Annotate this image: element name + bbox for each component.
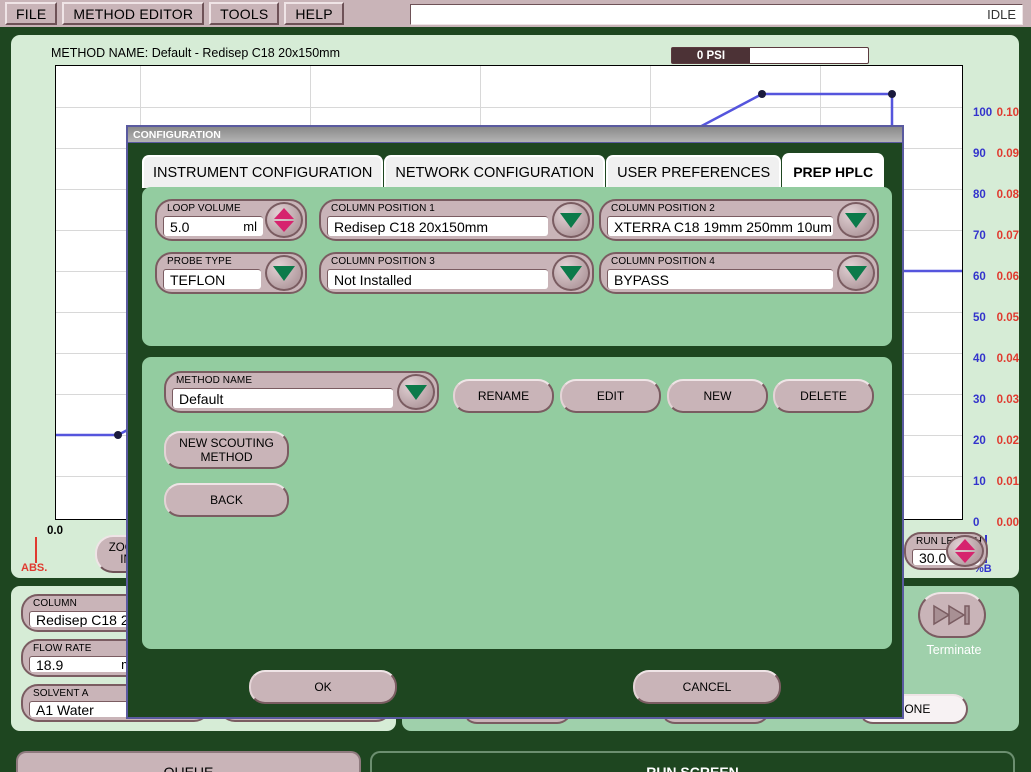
delete-button[interactable]: DELETE: [773, 379, 874, 413]
stepper-up-icon[interactable]: [274, 208, 294, 219]
cancel-button[interactable]: CANCEL: [633, 670, 781, 704]
probe-type-value[interactable]: TEFLON: [163, 269, 261, 289]
solvent-a-caption: SOLVENT A: [33, 688, 89, 699]
chevron-down-icon: [405, 384, 427, 400]
run-length-field[interactable]: RUN LENGTH 30.0 Min.: [904, 532, 988, 570]
menu-tools[interactable]: TOOLS: [209, 2, 280, 25]
bottom-tab-run-screen[interactable]: RUN SCREEN: [370, 751, 1015, 772]
menu-bar: FILE METHOD EDITOR TOOLS HELP IDLE: [0, 0, 1031, 29]
column-position-1-field[interactable]: COLUMN POSITION 1 Redisep C18 20x150mm: [319, 199, 594, 241]
axis-x-tick-0: 0.0: [47, 525, 63, 537]
method-name-caption: METHOD NAME: [176, 375, 253, 386]
ok-button[interactable]: OK: [249, 670, 397, 704]
new-scouting-method-line1: NEW SCOUTING: [179, 436, 274, 450]
back-button[interactable]: BACK: [164, 483, 289, 517]
terminate-control: Terminate: [918, 592, 990, 657]
new-scouting-method-button[interactable]: NEW SCOUTING METHOD: [164, 431, 289, 469]
bottom-tab-bar: QUEUE RUN SCREEN: [0, 751, 1031, 772]
stepper-down-icon[interactable]: [955, 552, 975, 563]
probe-type-field[interactable]: PROBE TYPE TEFLON: [155, 252, 307, 294]
tab-prep-hplc[interactable]: PREP HPLC: [782, 153, 885, 188]
rename-button[interactable]: RENAME: [453, 379, 554, 413]
column-position-4-caption: COLUMN POSITION 4: [611, 256, 715, 267]
column-position-3-field[interactable]: COLUMN POSITION 3 Not Installed: [319, 252, 594, 294]
loop-volume-value[interactable]: 5.0 ml: [163, 216, 263, 236]
flow-rate-number: 18.9: [36, 656, 64, 672]
column-position-2-dropdown-button[interactable]: [837, 202, 875, 238]
column-position-4-dropdown-button[interactable]: [837, 255, 875, 291]
loop-volume-field[interactable]: LOOP VOLUME 5.0 ml: [155, 199, 307, 241]
flow-rate-caption: FLOW RATE: [33, 643, 92, 654]
new-button[interactable]: NEW: [667, 379, 768, 413]
loop-volume-stepper[interactable]: [265, 202, 303, 238]
tab-user-preferences[interactable]: USER PREFERENCES: [606, 155, 782, 188]
menu-help[interactable]: HELP: [284, 2, 344, 25]
tab-instrument-configuration[interactable]: INSTRUMENT CONFIGURATION: [142, 155, 384, 188]
terminate-button[interactable]: [918, 592, 986, 638]
menu-method-editor[interactable]: METHOD EDITOR: [62, 2, 205, 25]
column-position-4-field[interactable]: COLUMN POSITION 4 BYPASS: [599, 252, 879, 294]
dialog-title: CONFIGURATION: [128, 127, 902, 143]
loop-volume-caption: LOOP VOLUME: [167, 203, 241, 214]
menu-file[interactable]: FILE: [5, 2, 58, 25]
chevron-down-icon: [845, 265, 867, 281]
dialog-tab-bar: INSTRUMENT CONFIGURATION NETWORK CONFIGU…: [142, 153, 885, 188]
column-position-4-value[interactable]: BYPASS: [607, 269, 833, 289]
method-name-label: METHOD NAME: Default - Redisep C18 20x15…: [51, 46, 340, 60]
chevron-down-icon: [273, 265, 295, 281]
run-length-stepper[interactable]: [946, 535, 984, 567]
pressure-indicator: 0 PSI: [671, 47, 869, 64]
chevron-down-icon: [560, 212, 582, 228]
edit-button[interactable]: EDIT: [560, 379, 661, 413]
column-position-3-value[interactable]: Not Installed: [327, 269, 548, 289]
column-position-1-caption: COLUMN POSITION 1: [331, 203, 435, 214]
application-root: FILE METHOD EDITOR TOOLS HELP IDLE METHO…: [0, 0, 1031, 772]
method-name-dropdown-button[interactable]: [397, 374, 435, 410]
column-caption: COLUMN: [33, 598, 77, 609]
axis-left-tick-bar: [35, 537, 37, 563]
run-length-number: 30.0: [919, 549, 947, 565]
column-position-3-dropdown-button[interactable]: [552, 255, 590, 291]
axis-left-title: ABS.: [21, 562, 48, 574]
bottom-tab-queue[interactable]: QUEUE: [16, 751, 361, 772]
status-field: IDLE: [410, 4, 1023, 25]
column-position-2-caption: COLUMN POSITION 2: [611, 203, 715, 214]
configuration-dialog: CONFIGURATION INSTRUMENT CONFIGURATION N…: [126, 125, 904, 719]
column-position-2-value[interactable]: XTERRA C18 19mm 250mm 10um: [607, 216, 833, 236]
column-position-1-dropdown-button[interactable]: [552, 202, 590, 238]
method-name-value[interactable]: Default: [172, 388, 393, 408]
probe-type-caption: PROBE TYPE: [167, 256, 232, 267]
probe-type-dropdown-button[interactable]: [265, 255, 303, 291]
app-body: METHOD NAME: Default - Redisep C18 20x15…: [0, 29, 1031, 772]
loop-volume-number: 5.0: [170, 218, 190, 235]
column-position-1-value[interactable]: Redisep C18 20x150mm: [327, 216, 548, 236]
pressure-value: 0 PSI: [672, 48, 750, 63]
chevron-down-icon: [560, 265, 582, 281]
terminate-label: Terminate: [926, 643, 982, 657]
loop-volume-unit: ml: [243, 219, 257, 234]
skip-forward-icon: [933, 604, 970, 626]
stepper-down-icon[interactable]: [274, 221, 294, 232]
column-position-2-field[interactable]: COLUMN POSITION 2 XTERRA C18 19mm 250mm …: [599, 199, 879, 241]
tab-network-configuration[interactable]: NETWORK CONFIGURATION: [384, 155, 606, 188]
hardware-config-panel: LOOP VOLUME 5.0 ml COLUMN POSITION 1 Red…: [142, 187, 892, 400]
method-name-field[interactable]: METHOD NAME Default: [164, 371, 439, 413]
column-position-3-caption: COLUMN POSITION 3: [331, 256, 435, 267]
method-management-panel: METHOD NAME Default RENAME EDIT NEW DELE…: [142, 357, 892, 649]
stepper-up-icon[interactable]: [955, 539, 975, 550]
new-scouting-method-line2: METHOD: [200, 450, 253, 464]
chevron-down-icon: [845, 212, 867, 228]
